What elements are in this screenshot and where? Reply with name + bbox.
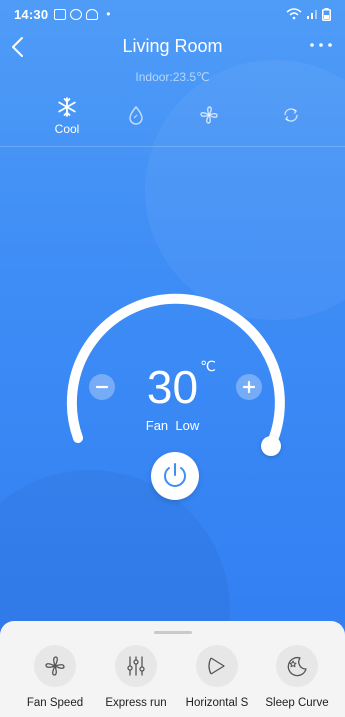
battery-icon [322, 7, 331, 21]
express-run-icon-circle [115, 645, 157, 687]
increase-temperature-button[interactable] [236, 374, 262, 400]
fan-speed-icon-circle [34, 645, 76, 687]
status-bar: 14:30 • [0, 0, 345, 28]
droplet-icon [129, 105, 143, 125]
ac-control-screen: 14:30 • Living Room Indoor:23.5℃ Cool 30… [0, 0, 345, 717]
header: Living Room [0, 30, 345, 66]
horizontal-swing-icon [208, 657, 225, 675]
mode-auto[interactable] [261, 94, 321, 146]
mode-fan[interactable] [179, 94, 239, 146]
fan-status: Fan Low [145, 418, 200, 433]
more-notifications-dot: • [106, 7, 111, 21]
sleep-curve-button[interactable]: Sleep Curve [255, 645, 339, 709]
mode-dry[interactable] [106, 94, 166, 146]
sleep-curve-icon-circle [276, 645, 318, 687]
dial-slider-handle[interactable] [261, 436, 281, 456]
notification-icons: • [54, 7, 110, 21]
indoor-temperature: Indoor:23.5℃ [135, 70, 210, 84]
snowflake-icon [58, 97, 76, 117]
fan-speed-icon [45, 656, 65, 676]
mode-cool[interactable]: Cool [37, 94, 97, 146]
status-time: 14:30 [14, 6, 49, 22]
horizontal-swing-icon-circle [196, 645, 238, 687]
fan-speed-button[interactable]: Fan Speed [13, 645, 97, 709]
more-dots-icon [310, 43, 332, 47]
page-title: Living Room [122, 36, 223, 56]
horizontal-swing-button[interactable]: Horizontal S [175, 645, 259, 709]
temperature-display: 30 ℃ [0, 358, 345, 414]
power-button[interactable] [151, 452, 199, 500]
express-run-label: Express run [105, 697, 167, 709]
power-icon [164, 463, 186, 487]
function-panel: Fan Speed Express run Horizontal S Sleep… [0, 621, 345, 717]
plus-icon [242, 380, 256, 394]
temperature-unit: ℃ [200, 358, 216, 374]
mode-selector: Cool [0, 94, 345, 146]
auto-cycle-icon [284, 108, 298, 122]
mode-cool-label: Cool [54, 122, 80, 136]
express-run-button[interactable]: Express run [94, 645, 178, 709]
wifi-icon [286, 8, 302, 20]
signal-icon [307, 10, 317, 19]
more-options-button[interactable] [307, 36, 335, 56]
app-notification-icon [70, 8, 83, 20]
sleep-curve-icon [287, 656, 307, 677]
express-run-icon [127, 656, 145, 676]
temperature-dial: 30 ℃ Fan Low [0, 240, 345, 500]
divider [0, 146, 345, 147]
system-status-icons [286, 7, 331, 21]
cloud-notification-icon [86, 8, 99, 20]
fan-speed-label: Fan Speed [26, 697, 84, 709]
fan-icon [200, 106, 218, 124]
drag-handle[interactable] [154, 631, 192, 634]
temperature-value: 30 [146, 361, 199, 413]
horizontal-swing-label: Horizontal S [185, 697, 249, 709]
sleep-curve-label: Sleep Curve [265, 697, 329, 709]
image-notification-icon [54, 8, 67, 20]
